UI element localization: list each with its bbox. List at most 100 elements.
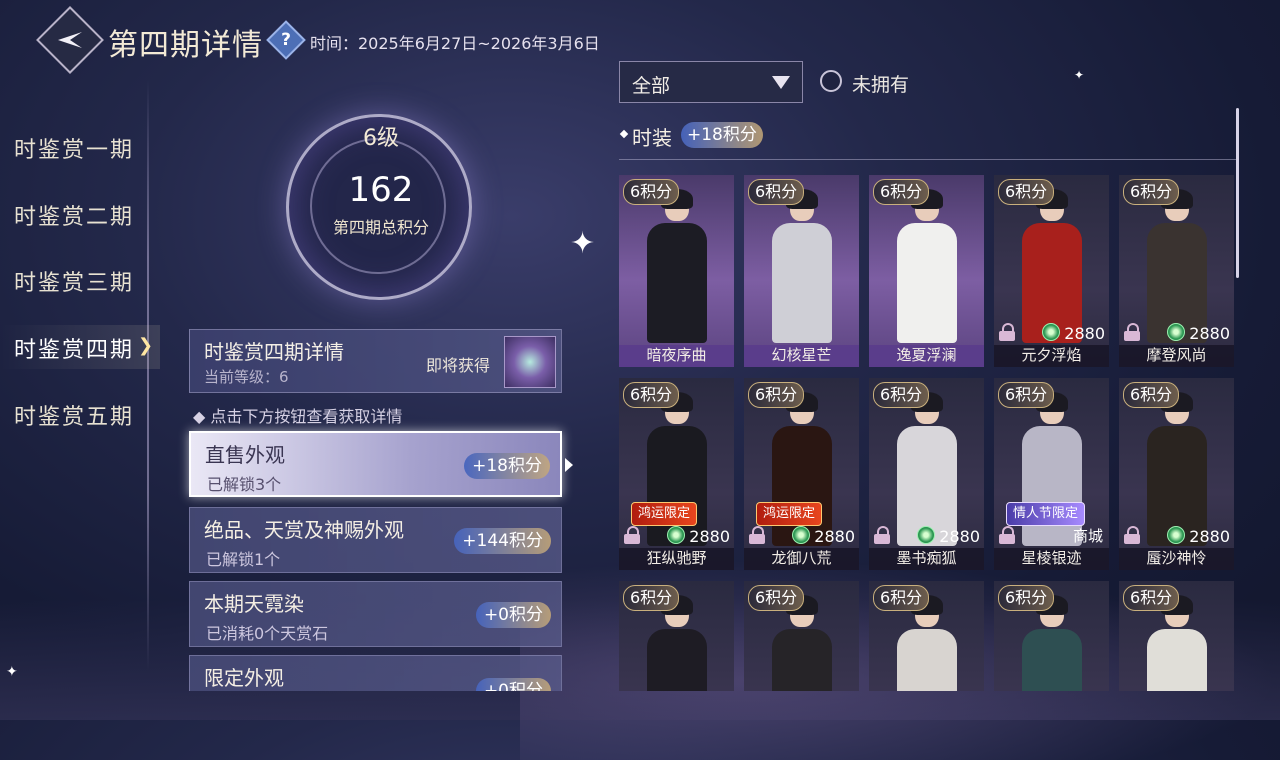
outfit-name: 摩登风尚	[1146, 346, 1207, 364]
points-badge: 6积分	[623, 585, 680, 611]
category-title: 绝品、天赏及神赐外观	[204, 518, 404, 542]
unowned-radio[interactable]	[820, 70, 842, 92]
filter-dropdown[interactable]: 全部	[619, 61, 803, 103]
outfit-figure	[772, 595, 832, 691]
price-value: 2880	[1064, 324, 1105, 343]
nav-item-period-2[interactable]: 时鉴赏二期	[14, 199, 134, 231]
outfit-figure	[647, 189, 707, 343]
outfit-name: 元夕浮焰	[1021, 346, 1082, 364]
points-badge: 6积分	[998, 585, 1055, 611]
price: 2880	[1042, 323, 1105, 343]
points-badge: 6积分	[748, 382, 805, 408]
outfit-body	[1147, 629, 1207, 691]
soon-obtain-label: 即将获得	[426, 356, 491, 375]
active-nav-indicator-icon: ❯	[138, 335, 154, 356]
lock-icon	[1124, 526, 1140, 544]
outfit-name: 蜃沙神怜	[1146, 549, 1207, 567]
category-premium[interactable]: 绝品、天赏及神赐外观 已解锁1个 +144积分	[189, 507, 562, 573]
outfit-figure	[1147, 189, 1207, 343]
back-button[interactable]	[36, 6, 104, 74]
outfit-card[interactable]: 6积分 暗夜序曲	[619, 175, 734, 367]
outfit-body	[647, 223, 707, 343]
lock-body	[1124, 534, 1140, 544]
question-icon: ?	[281, 30, 291, 50]
outfit-grid: 6积分 暗夜序曲 6积分 幻核星芒 6积分 逸夏浮澜 6积分 2880 元夕浮焰 6积分 2880 摩…	[619, 175, 1236, 691]
category-title: 直售外观	[205, 443, 285, 467]
period-details-card[interactable]: 时鉴赏四期详情 当前等级：6 即将获得	[189, 329, 562, 393]
lock-icon	[624, 526, 640, 544]
outfit-figure	[897, 595, 957, 691]
hint-label: 点击下方按钮查看获取详情	[210, 407, 403, 426]
upcoming-reward-icon[interactable]	[504, 336, 556, 388]
lock-icon	[1124, 323, 1140, 341]
help-button[interactable]: ?	[266, 20, 306, 60]
jade-coin-icon	[1167, 323, 1186, 341]
outfit-card[interactable]: 6积分 情人节限定 商城 星棱银迹	[994, 378, 1109, 570]
lock-body	[749, 534, 765, 544]
section-points: +18积分	[681, 122, 763, 148]
outfit-card[interactable]: 6积分 2880 摩登风尚	[1119, 175, 1234, 367]
outfit-card[interactable]: 6积分 幻核星芒	[744, 175, 859, 367]
jade-coin-icon	[792, 526, 811, 544]
caret-down-icon	[772, 76, 790, 89]
nav-item-period-5[interactable]: 时鉴赏五期	[14, 399, 134, 431]
price-value: 2880	[939, 527, 980, 546]
sparkle-icon: ✦	[1074, 68, 1085, 82]
category-dye[interactable]: 本期天霓染 已消耗0个天赏石 +0积分	[189, 581, 562, 647]
price-value: 2880	[1189, 324, 1230, 343]
outfit-body	[772, 629, 832, 691]
price: 2880	[667, 526, 730, 546]
outfit-card[interactable]: 6积分	[744, 581, 859, 691]
outfit-body	[1022, 629, 1082, 691]
outfit-figure	[897, 392, 957, 546]
jade-coin-icon	[667, 526, 686, 544]
lock-icon	[999, 526, 1015, 544]
nav-item-period-1[interactable]: 时鉴赏一期	[14, 132, 134, 164]
category-points: +0积分	[475, 602, 551, 628]
lock-body	[624, 534, 640, 544]
nav-item-period-3[interactable]: 时鉴赏三期	[14, 265, 134, 297]
outfit-card[interactable]: 6积分 2880 蜃沙神怜	[1119, 378, 1234, 570]
total-score: 162	[348, 170, 414, 210]
outfit-card[interactable]: 6积分 鸿运限定 2880 狂纵驰野	[619, 378, 734, 570]
back-arrow-icon	[58, 32, 82, 48]
nav-item-period-4[interactable]: 时鉴赏四期	[14, 332, 134, 364]
category-direct-sale[interactable]: 直售外观 已解锁3个 +18积分	[189, 431, 562, 497]
outfit-card[interactable]: 6积分	[1119, 581, 1234, 691]
outfit-card[interactable]: 6积分 鸿运限定 2880 龙御八荒	[744, 378, 859, 570]
scrollbar[interactable]	[1236, 108, 1239, 278]
unowned-label[interactable]: 未拥有	[852, 70, 909, 97]
shop-label: 商城	[1072, 527, 1103, 545]
jade-coin-icon	[1042, 323, 1061, 341]
outfit-name: 暗夜序曲	[646, 346, 707, 364]
period-time: 时间：2025年6月27日~2026年3月6日	[310, 34, 600, 53]
category-sub: 已解锁3个	[207, 475, 282, 494]
outfit-card[interactable]: 6积分 2880 墨书痴狐	[869, 378, 984, 570]
current-level: 当前等级：6	[204, 368, 289, 386]
points-badge: 6积分	[748, 179, 805, 205]
outfit-name: 星棱银迹	[1021, 549, 1082, 567]
outfit-card[interactable]: 6积分 2880 元夕浮焰	[994, 175, 1109, 367]
outfit-name: 龙御八荒	[771, 549, 832, 567]
points-badge: 6积分	[998, 382, 1055, 408]
price-value: 2880	[689, 527, 730, 546]
section-divider	[619, 159, 1236, 160]
outfit-card[interactable]: 6积分 逸夏浮澜	[869, 175, 984, 367]
level-ring: 6级 162 第四期总积分	[268, 104, 494, 304]
outfit-body	[897, 629, 957, 691]
hint-text: ◆ 点击下方按钮查看获取详情	[193, 407, 403, 426]
section-title: 时装	[632, 126, 672, 150]
category-sub: 已解锁1个	[206, 550, 281, 569]
jade-coin-icon	[1167, 526, 1186, 544]
page-title: 第四期详情	[108, 28, 263, 63]
price: 2880	[792, 526, 855, 546]
sparkle-icon: ✦	[6, 664, 18, 680]
outfit-card[interactable]: 6积分	[619, 581, 734, 691]
outfit-figure	[897, 189, 957, 343]
outfit-card[interactable]: 6积分	[869, 581, 984, 691]
category-limited[interactable]: 限定外观 +0积分	[189, 655, 562, 691]
points-badge: 6积分	[873, 382, 930, 408]
points-badge: 6积分	[1123, 382, 1180, 408]
outfit-card[interactable]: 6积分	[994, 581, 1109, 691]
price: 2880	[1167, 323, 1230, 343]
